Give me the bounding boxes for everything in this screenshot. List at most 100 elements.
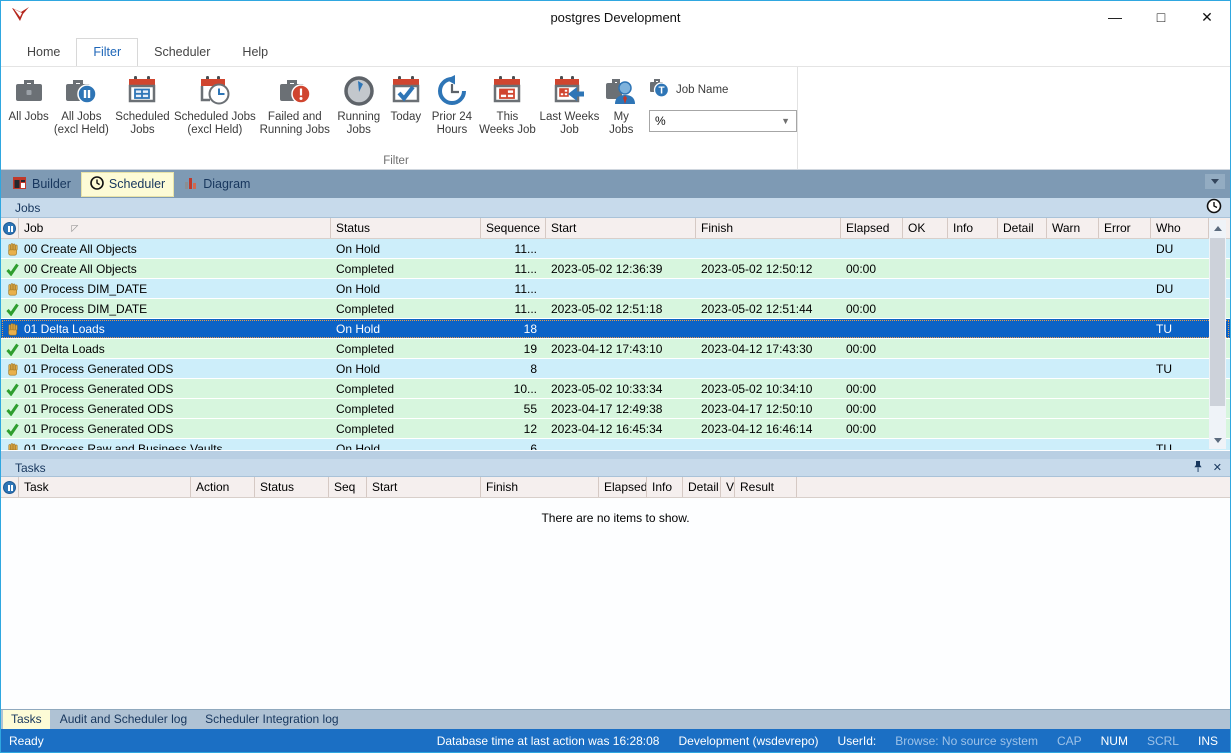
jobs-table-row[interactable]: 00 Process DIM_DATECompleted11...2023-05… [1, 299, 1230, 319]
cell-finish: 2023-05-02 12:50:12 [696, 259, 841, 278]
jobs-clock-icon[interactable] [1206, 198, 1222, 217]
tasks-column-result[interactable]: Result [735, 477, 797, 497]
jobs-table-row[interactable]: 01 Process Generated ODSOn Hold8TU [1, 359, 1230, 379]
tasks-column-elapsed[interactable]: Elapsed [599, 477, 647, 497]
jobs-column-start[interactable]: Start [546, 218, 696, 238]
close-panel-icon[interactable]: ✕ [1213, 461, 1222, 474]
tasks-column-detail[interactable]: Detail [683, 477, 721, 497]
jobs-column-warn[interactable]: Warn [1047, 218, 1099, 238]
tasks-column-start[interactable]: Start [367, 477, 481, 497]
cell-sequence: 8 [481, 359, 546, 378]
ribbon-tab-scheduler[interactable]: Scheduler [138, 39, 226, 66]
scroll-up-icon[interactable] [1209, 220, 1226, 237]
tasks-column-v[interactable]: V [721, 477, 735, 497]
all-jobs-button[interactable]: All Jobs [8, 71, 49, 124]
button-label: Scheduled Jobs [113, 111, 171, 137]
this-weeks-job-button[interactable]: This Weeks Job [478, 71, 536, 137]
failed-and-running-jobs-button[interactable]: Failed and Running Jobs [258, 71, 331, 137]
jobs-table-row[interactable]: 00 Create All ObjectsCompleted11...2023-… [1, 259, 1230, 279]
jobs-table-row[interactable]: 01 Delta LoadsCompleted192023-04-12 17:4… [1, 339, 1230, 359]
cell-elapsed: 00:00 [841, 339, 903, 358]
jobs-column-job[interactable]: Job◸ [19, 218, 331, 238]
cell-ok [903, 399, 948, 418]
tab-overflow-dropdown[interactable] [1205, 174, 1225, 189]
prior-24-hours-button[interactable]: Prior 24 Hours [428, 71, 477, 137]
scheduled-jobs-excl-held-button[interactable]: Scheduled Jobs (excl Held) [174, 71, 257, 137]
jobs-table-row[interactable]: 00 Create All ObjectsOn Hold11...DU [1, 239, 1230, 259]
my-jobs-button[interactable]: My Jobs [602, 71, 640, 137]
jobs-column-sequence[interactable]: Sequence [481, 218, 546, 238]
scrollbar-thumb[interactable] [1210, 238, 1225, 406]
bottom-tab-integration-log[interactable]: Scheduler Integration log [197, 710, 346, 729]
tasks-column-action[interactable]: Action [191, 477, 255, 497]
ribbon-tab-filter[interactable]: Filter [76, 38, 138, 67]
running-jobs-button[interactable]: Running Jobs [333, 71, 384, 137]
ribbon-tab-home[interactable]: Home [11, 39, 76, 66]
tab-label: Scheduler [109, 177, 165, 191]
scroll-down-icon[interactable] [1209, 432, 1226, 449]
cell-finish: 2023-04-17 12:50:10 [696, 399, 841, 418]
cell-elapsed [841, 359, 903, 378]
jobs-column-elapsed[interactable]: Elapsed [841, 218, 903, 238]
tasks-column-finish[interactable]: Finish [481, 477, 599, 497]
cell-start: 2023-04-12 17:43:10 [546, 339, 696, 358]
jobs-table: Job◸StatusSequenceStartFinishElapsedOKIn… [1, 218, 1230, 451]
cell-job: 00 Process DIM_DATE [19, 279, 331, 298]
today-button[interactable]: Today [386, 71, 425, 124]
jobs-table-row[interactable]: 00 Process DIM_DATEOn Hold11...DU [1, 279, 1230, 299]
jobs-table-row[interactable]: 01 Delta LoadsOn Hold18TU [1, 319, 1230, 339]
jobs-table-row[interactable]: 01 Process Raw and Business VaultsOn Hol… [1, 439, 1230, 450]
cell-status: On Hold [331, 279, 481, 298]
bottom-tab-tasks[interactable]: Tasks [3, 710, 50, 729]
jobs-column-info[interactable]: Info [948, 218, 998, 238]
jobs-column-finish[interactable]: Finish [696, 218, 841, 238]
jobs-column-status[interactable]: Status [331, 218, 481, 238]
all-jobs-excl-held-button[interactable]: All Jobs (excl Held) [51, 71, 111, 137]
tasks-header-status-icon[interactable] [1, 477, 19, 497]
jobs-table-body: 00 Create All ObjectsOn Hold11...DU00 Cr… [1, 239, 1230, 450]
view-tab-strip: Builder Scheduler Diagram [1, 170, 1230, 198]
cell-status: Completed [331, 399, 481, 418]
bottom-tab-audit-log[interactable]: Audit and Scheduler log [52, 710, 195, 729]
cell-detail [998, 259, 1047, 278]
cell-status: On Hold [331, 319, 481, 338]
button-label: Running Jobs [333, 111, 384, 137]
tab-diagram[interactable]: Diagram [176, 173, 258, 196]
jobs-table-row[interactable]: 01 Process Generated ODSCompleted10...20… [1, 379, 1230, 399]
cell-info [948, 259, 998, 278]
tasks-column-task[interactable]: Task [19, 477, 191, 497]
jobs-column-ok[interactable]: OK [903, 218, 948, 238]
scheduled-jobs-button[interactable]: Scheduled Jobs [113, 71, 171, 137]
job-name-value: % [655, 114, 666, 128]
cell-who [1151, 339, 1209, 358]
cell-warn [1047, 339, 1099, 358]
chevron-down-icon[interactable]: ▼ [781, 116, 796, 126]
tasks-column-seq[interactable]: Seq [329, 477, 367, 497]
ribbon: All Jobs All Jobs (excl Held) Scheduled … [1, 66, 1230, 170]
tasks-column-status[interactable]: Status [255, 477, 329, 497]
jobs-column-who[interactable]: Who [1151, 218, 1209, 238]
panel-splitter[interactable] [1, 451, 1230, 459]
jobs-column-error[interactable]: Error [1099, 218, 1151, 238]
calendar-week-icon [491, 73, 523, 109]
cell-info [948, 379, 998, 398]
cell-start: 2023-05-02 10:33:34 [546, 379, 696, 398]
jobs-header-status-icon[interactable] [1, 218, 19, 238]
tasks-column-info[interactable]: Info [647, 477, 683, 497]
job-name-combobox[interactable]: % ▼ [649, 110, 797, 132]
pin-icon[interactable] [1193, 460, 1203, 476]
status-scrl: SCRL [1147, 734, 1179, 748]
clock-icon [343, 73, 375, 109]
jobs-scrollbar[interactable] [1209, 220, 1226, 449]
tab-scheduler[interactable]: Scheduler [81, 172, 174, 197]
cell-job: 01 Delta Loads [19, 339, 331, 358]
jobs-table-row[interactable]: 01 Process Generated ODSCompleted552023-… [1, 399, 1230, 419]
tab-builder[interactable]: Builder [5, 173, 79, 196]
on-hold-hand-icon [1, 279, 19, 298]
jobs-column-detail[interactable]: Detail [998, 218, 1047, 238]
status-ins: INS [1198, 734, 1218, 748]
jobs-table-row[interactable]: 01 Process Generated ODSCompleted122023-… [1, 419, 1230, 439]
ribbon-tab-help[interactable]: Help [226, 39, 284, 66]
button-label: Failed and Running Jobs [258, 111, 331, 137]
last-weeks-job-button[interactable]: Last Weeks Job [539, 71, 601, 137]
